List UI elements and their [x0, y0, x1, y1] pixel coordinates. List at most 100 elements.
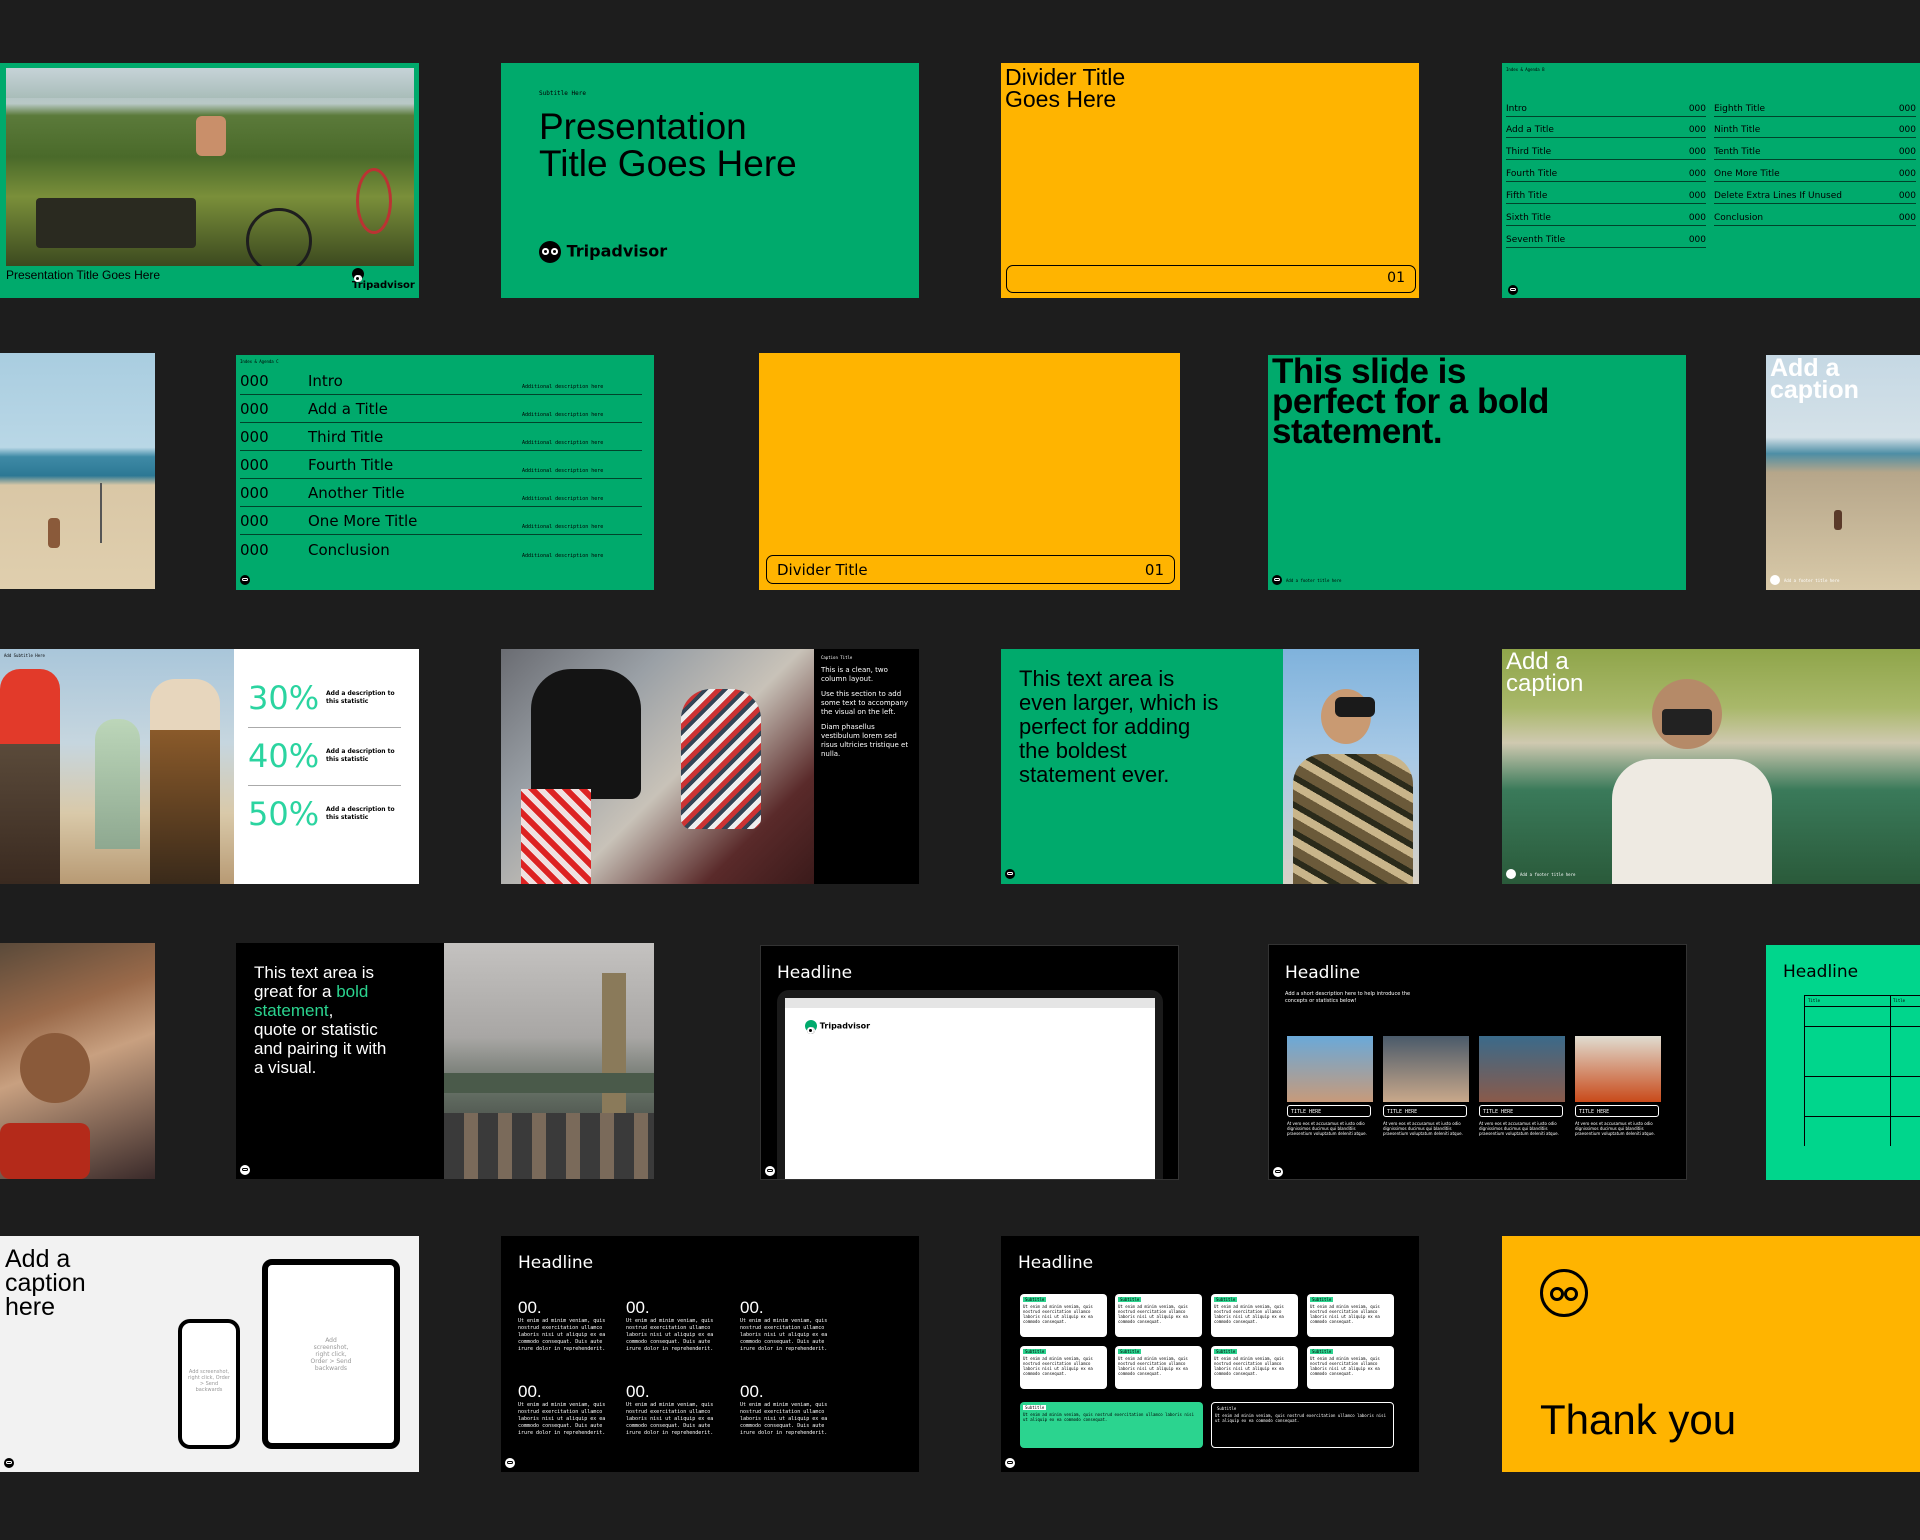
- agenda-row: 000 Fourth Title Additional description he…: [240, 451, 642, 479]
- slide-caption-photographer[interactable]: Add a caption Add a footer title here: [1502, 649, 1920, 884]
- owl-icon: [765, 1166, 775, 1176]
- caption-text: Add a caption: [1506, 649, 1584, 697]
- slide-car-photo[interactable]: [0, 943, 155, 1179]
- divider-title: Divider Title: [777, 561, 868, 579]
- camera-icon: [1662, 709, 1712, 735]
- patterned-pants: [521, 789, 591, 884]
- slide-title[interactable]: Subtitle Here Presentation Title Goes Her…: [501, 63, 919, 298]
- table-divider: [1805, 1116, 1920, 1117]
- person-floral-dress: [681, 689, 761, 829]
- card-title: TITLE HERE: [1575, 1105, 1659, 1117]
- slide-larger-text[interactable]: This text area is even larger, which is pe…: [1001, 649, 1419, 884]
- slide-four-cards[interactable]: Headline Add a short description here to…: [1268, 944, 1687, 1180]
- slide-cover-photo[interactable]: Presentation Title Goes Here Tripadvisor: [0, 63, 419, 298]
- owl-icon: [240, 575, 250, 585]
- slide-statistics[interactable]: Add Subtitle Here 30% Add a description t…: [0, 649, 419, 884]
- card-title: TITLE HERE: [1287, 1105, 1371, 1117]
- agenda-header: Index & Agenda C: [240, 359, 279, 364]
- photo-big-ben: [444, 943, 654, 1179]
- photo-card: [1479, 1036, 1565, 1102]
- bold-statement: This slide is perfect for a bold statement…: [1272, 355, 1549, 451]
- agenda-row: Tenth Title 000: [1714, 139, 1916, 160]
- bridge: [444, 1073, 654, 1093]
- presentation-title: Presentation Title Goes Here: [539, 106, 797, 184]
- tripadvisor-logo: Tripadvisor: [352, 268, 419, 291]
- tripadvisor-logo: Tripadvisor: [539, 241, 667, 263]
- text-block: 00. Ut enim ad minim veniam, quis nostrud…: [740, 1382, 828, 1436]
- agenda-row: Add a Title 000: [1506, 117, 1706, 138]
- slide-caption-beach[interactable]: Add a caption Add a footer title here: [1766, 355, 1920, 590]
- camo-jacket: [1293, 754, 1413, 884]
- slide-footer: Add a footer title here: [1520, 872, 1576, 877]
- divider-number: 01: [1144, 561, 1164, 579]
- owl-icon: [1508, 285, 1518, 295]
- text-block: 00. Ut enim ad minim veniam, quis nostrud…: [626, 1382, 714, 1436]
- stat-row: 40% Add a description to this statistic: [248, 727, 401, 786]
- slide-table[interactable]: Headline Title Title: [1766, 945, 1920, 1180]
- slide-card-grid[interactable]: Headline Subtitle Ut enim ad minim veniam…: [1001, 1236, 1419, 1472]
- photo-women-scarves: [0, 649, 234, 884]
- slide-agenda-b[interactable]: Index & Agenda B Intro 000 Add a Title 000…: [1502, 63, 1920, 298]
- agenda-row: 000 Another Title Additional description h…: [240, 479, 642, 507]
- card-title: TITLE HERE: [1479, 1105, 1563, 1117]
- slide-two-column[interactable]: Caption Title This is a clean, two colum…: [501, 649, 919, 884]
- scarf-figure: [150, 679, 220, 884]
- text-block: 00. Ut enim ad minim veniam, quis nostrud…: [626, 1298, 714, 1352]
- headline: Headline: [777, 963, 853, 983]
- phone-mockup: Add screenshot, right click, Order > Sen…: [178, 1319, 240, 1449]
- tripadvisor-logo: Tripadvisor: [805, 1020, 870, 1034]
- beach-person: [1834, 510, 1842, 530]
- subtitle-label: Subtitle Here: [539, 90, 586, 97]
- slide-six-columns[interactable]: Headline 00. Ut enim ad minim veniam, qui…: [501, 1236, 919, 1472]
- slide-divider-2[interactable]: Divider Title 01: [759, 353, 1180, 590]
- owl-icon: [539, 241, 561, 263]
- outline-card: Subtitle Ut enim ad minim veniam, quis no…: [1211, 1402, 1394, 1448]
- slide-thank-you[interactable]: Thank you: [1502, 1236, 1920, 1472]
- agenda-row: Seventh Title 000: [1506, 227, 1706, 248]
- stat-row: 50% Add a description to this statistic: [248, 795, 395, 833]
- owl-icon: [805, 1020, 817, 1034]
- agenda-header: Index & Agenda B: [1506, 67, 1545, 72]
- table-divider: [1890, 996, 1891, 1146]
- stat-row: 30% Add a description to this statistic: [248, 669, 401, 728]
- content-card: Subtitle Ut enim ad minim veniam, quis no…: [1020, 1294, 1107, 1337]
- slide-laptop-mockup[interactable]: Headline Tripadvisor: [760, 945, 1179, 1180]
- owl-icon: [352, 268, 364, 282]
- bold-quote-text: This text area is great for a bold state…: [254, 963, 387, 1077]
- slide-bold-statement[interactable]: This slide is perfect for a bold statement…: [1268, 355, 1686, 590]
- binoculars-icon: [1335, 697, 1375, 717]
- content-card: Subtitle Ut enim ad minim veniam, quis no…: [1115, 1294, 1202, 1337]
- slide-agenda-c[interactable]: Index & Agenda C 000 Intro Additional desc…: [236, 355, 654, 590]
- thank-you-text: Thank you: [1540, 1396, 1737, 1443]
- divider-title: Divider Title Goes Here: [1005, 64, 1126, 112]
- owl-icon: [1540, 1269, 1588, 1317]
- agenda-row: Eighth Title 000: [1714, 96, 1916, 117]
- divider-bar: 01: [1006, 265, 1416, 293]
- table-grid: Title Title: [1804, 995, 1920, 1146]
- text-block: 00. Ut enim ad minim veniam, quis nostrud…: [518, 1298, 606, 1352]
- owl-icon: [1506, 869, 1516, 879]
- tablet-mockup: Add screenshot, right click, Order > Sen…: [262, 1259, 400, 1449]
- agenda-row: Fifth Title 000: [1506, 183, 1706, 204]
- beach-net-post: [100, 483, 102, 543]
- photo-card: [1383, 1036, 1469, 1102]
- agenda-row: Intro 000: [1506, 96, 1706, 117]
- slide-device-mockups[interactable]: Add a caption here Add screenshot, right c…: [0, 1236, 419, 1472]
- slide-beach-photo[interactable]: [0, 353, 155, 589]
- agenda-right-column: Eighth Title 000 Ninth Title 000 Tenth Tit…: [1710, 96, 1920, 236]
- content-card: Subtitle Ut enim ad minim veniam, quis no…: [1211, 1294, 1298, 1337]
- card-body: At vero eos et accusamus et iusto odio d…: [1383, 1121, 1463, 1136]
- tshirt: [1612, 759, 1772, 884]
- owl-icon: [1005, 1458, 1015, 1468]
- caption-text: Add a caption: [1770, 355, 1859, 404]
- content-card: Subtitle Ut enim ad minim veniam, quis no…: [1020, 1346, 1107, 1389]
- divider-number: 01: [1387, 270, 1405, 286]
- slide-footer: Add a footer title here: [1784, 578, 1840, 583]
- owl-icon: [1770, 575, 1780, 585]
- slide-bold-quote[interactable]: This text area is great for a bold state…: [236, 943, 654, 1179]
- headline: Headline: [1018, 1253, 1094, 1273]
- caption-text: Add a caption here: [5, 1245, 86, 1321]
- owl-icon: [1005, 869, 1015, 879]
- agenda-row: 000 Intro Additional description here: [240, 367, 642, 395]
- slide-divider-1[interactable]: Divider Title Goes Here 01: [1001, 63, 1419, 298]
